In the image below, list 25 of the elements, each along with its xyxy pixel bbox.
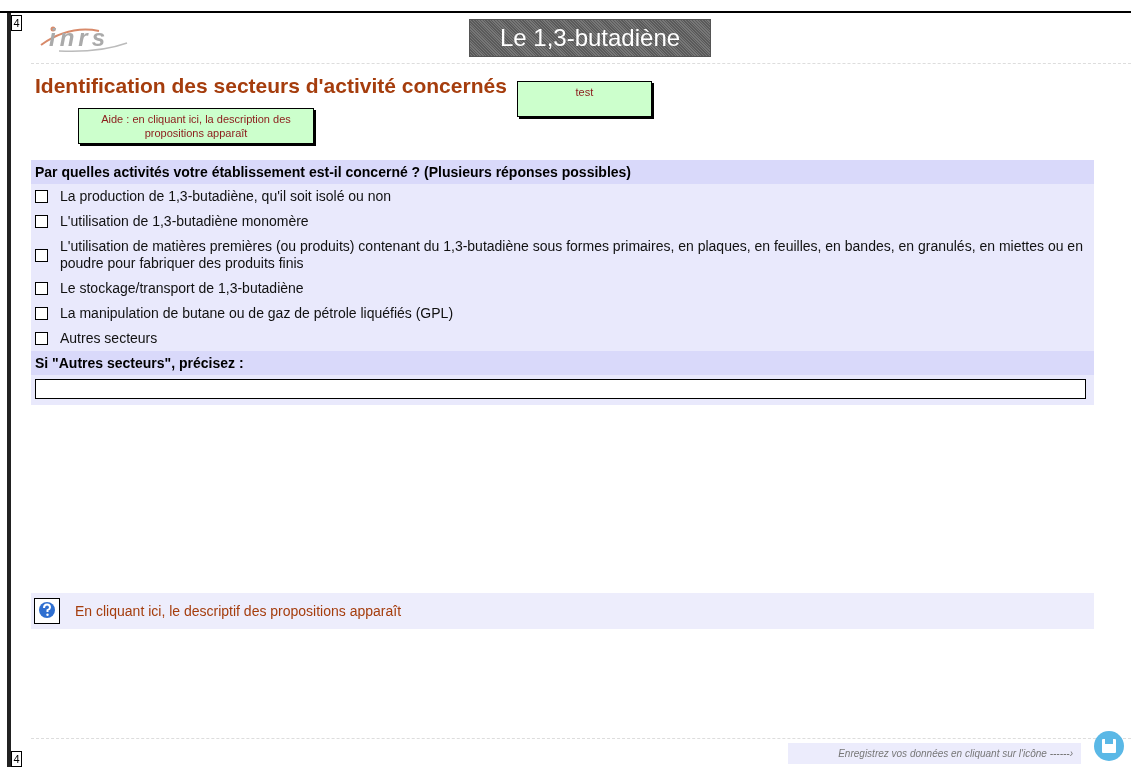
save-hint: Enregistrez vos données en cliquant sur l'icône ------›: [788, 742, 1081, 764]
input-field[interactable]: [35, 379, 1086, 399]
option-label: La production de 1,3-butadiène, qu'il soit isolé ou non: [60, 188, 392, 205]
checkbox[interactable]: [35, 332, 48, 345]
help-button[interactable]: Aide : en cliquant ici, la description des propositions apparaît: [78, 108, 314, 144]
logo: inrs: [39, 21, 129, 55]
option-label: La manipulation de butane ou de gaz de pétrole liquéfiés (GPL): [60, 305, 454, 322]
checkbox[interactable]: [35, 215, 48, 228]
option-label: Le stockage/transport de 1,3-butadiène: [60, 280, 304, 297]
checkbox[interactable]: [35, 307, 48, 320]
option-label: L'utilisation de 1,3-butadiène monomère: [60, 213, 309, 230]
checkbox[interactable]: [35, 282, 48, 295]
question-title: Par quelles activités votre établissement est-il concerné ? (Plusieurs réponses possibles): [31, 160, 1094, 184]
section-heading: Identification des secteurs d'activité concernés: [35, 74, 507, 98]
checkbox[interactable]: [35, 248, 48, 262]
question-title: Si "Autres secteurs", précisez :: [31, 351, 1094, 375]
row-number: 4: [11, 751, 22, 767]
test-button[interactable]: test: [516, 81, 652, 117]
option-label: Autres secteurs: [60, 330, 158, 347]
checkbox[interactable]: [35, 190, 48, 203]
row-number: 4: [11, 15, 22, 31]
page-title: Le 1,3-butadiène: [469, 19, 711, 57]
help-link[interactable]: En cliquant ici, le descriptif des propositions apparaît: [75, 603, 402, 619]
help-icon[interactable]: [34, 598, 60, 624]
option-label: L'utilisation de matières premières (ou produits) contenant du 1,3-butadiène sous formes primaires, en plaques, en feuilles, en bandes, en granulés, en miettes ou en poudre pour fabriquer des produits finis: [60, 238, 1084, 272]
